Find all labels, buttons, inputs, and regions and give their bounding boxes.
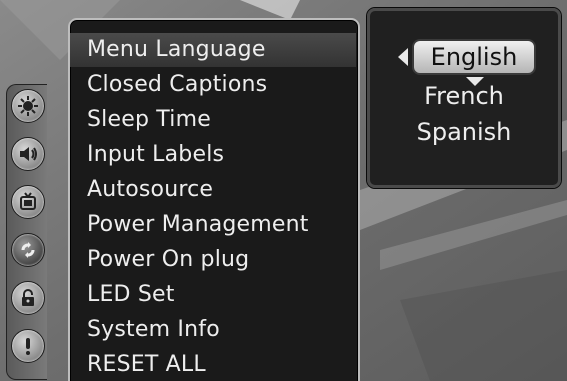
tab-picture[interactable]	[11, 89, 45, 123]
menu-item-power-management[interactable]: Power Management	[70, 208, 356, 242]
menu-item-reset-all[interactable]: RESET ALL	[70, 348, 356, 381]
info-exclamation-icon	[26, 338, 30, 355]
language-option-spanish[interactable]: Spanish	[370, 115, 558, 149]
tv-osd-screen: Menu Language Closed Captions Sleep Time…	[0, 0, 567, 381]
setup-menu-panel: Menu Language Closed Captions Sleep Time…	[68, 18, 360, 381]
menu-item-sleep-time[interactable]: Sleep Time	[70, 103, 356, 137]
audio-speaker-icon	[20, 147, 37, 161]
menu-item-led-set[interactable]: LED Set	[70, 278, 356, 312]
tab-channel[interactable]	[11, 185, 45, 219]
category-tab-strip	[6, 84, 47, 380]
left-arrow-icon[interactable]	[398, 48, 408, 66]
tab-setup[interactable]	[11, 233, 45, 267]
menu-item-menu-language[interactable]: Menu Language	[70, 33, 356, 67]
setup-icon	[21, 242, 35, 258]
language-option-french[interactable]: French	[370, 79, 558, 113]
lock-icon	[22, 289, 34, 306]
menu-item-input-labels[interactable]: Input Labels	[70, 138, 356, 172]
menu-item-power-on-plug[interactable]: Power On plug	[70, 243, 356, 277]
language-submenu: English French Spanish	[366, 7, 562, 189]
picture-settings-icon	[18, 96, 38, 116]
tab-info[interactable]	[11, 329, 45, 363]
menu-item-system-info[interactable]: System Info	[70, 313, 356, 347]
tab-lock[interactable]	[11, 281, 45, 315]
menu-item-autosource[interactable]: Autosource	[70, 173, 356, 207]
tv-channel-icon	[20, 192, 36, 210]
tab-audio[interactable]	[11, 137, 45, 171]
menu-item-closed-captions[interactable]: Closed Captions	[70, 68, 356, 102]
language-option-selected[interactable]: English	[412, 39, 536, 75]
